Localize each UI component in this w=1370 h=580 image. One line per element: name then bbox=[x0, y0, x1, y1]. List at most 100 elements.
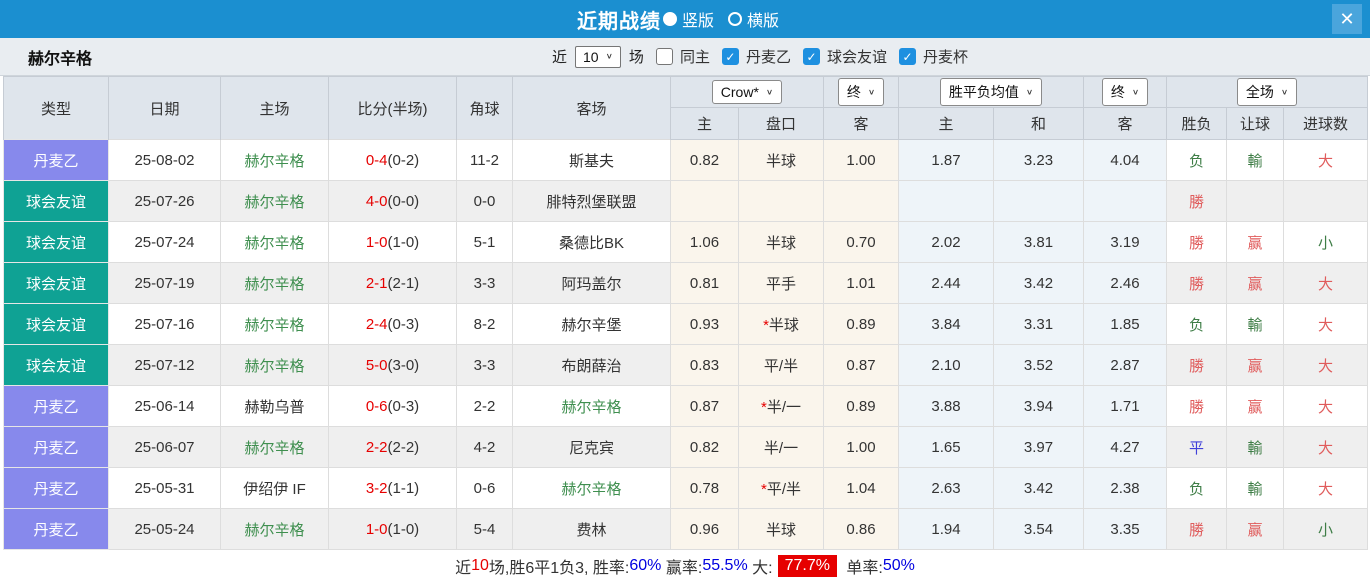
away-team[interactable]: 赫尔辛格 bbox=[513, 386, 671, 427]
avg-time-select[interactable]: 终∨ bbox=[1102, 78, 1148, 106]
ah-home-odds: 0.87 bbox=[671, 386, 739, 427]
fulltime-score: 1-0 bbox=[366, 521, 388, 538]
fulltime-score: 0-4 bbox=[366, 152, 388, 169]
footer-segment: 单率: bbox=[842, 554, 883, 578]
table-row: 丹麦乙25-06-07赫尔辛格2-2(2-2)4-2尼克宾0.82半/一1.00… bbox=[4, 427, 1368, 468]
avg-away-odds: 1.71 bbox=[1084, 386, 1167, 427]
radio-vertical-layout[interactable]: 竖版 bbox=[663, 7, 714, 31]
halftime-score: (0-3) bbox=[388, 398, 420, 415]
away-team[interactable]: 尼克宾 bbox=[513, 427, 671, 468]
avg-away-odds: 4.04 bbox=[1084, 140, 1167, 181]
match-date: 25-07-12 bbox=[109, 345, 221, 386]
home-team[interactable]: 赫勒乌普 bbox=[221, 386, 329, 427]
scope-header: 全场 ∨ bbox=[1167, 77, 1368, 108]
avg-draw-odds: 3.52 bbox=[994, 345, 1084, 386]
match-date: 25-05-24 bbox=[109, 509, 221, 550]
away-team[interactable]: 赫尔辛堡 bbox=[513, 304, 671, 345]
filter-checkbox-friendly[interactable]: ✓ bbox=[803, 48, 820, 65]
home-team[interactable]: 伊绍伊 IF bbox=[221, 468, 329, 509]
avg-away-odds: 3.19 bbox=[1084, 222, 1167, 263]
match-type-badge: 球会友谊 bbox=[4, 304, 109, 345]
avg-draw-odds: 3.81 bbox=[994, 222, 1084, 263]
footer-segment: 50% bbox=[883, 557, 915, 575]
corners-score: 8-2 bbox=[457, 304, 513, 345]
match-date: 25-07-19 bbox=[109, 263, 221, 304]
ah-home-odds: 0.81 bbox=[671, 263, 739, 304]
filter-checkbox-cup[interactable]: ✓ bbox=[899, 48, 916, 65]
avg-draw-odds: 3.54 bbox=[994, 509, 1084, 550]
table-row: 丹麦乙25-06-14赫勒乌普0-6(0-3)2-2赫尔辛格0.87*半/一0.… bbox=[4, 386, 1368, 427]
filter-checkbox-same-home[interactable] bbox=[656, 48, 673, 65]
table-row: 丹麦乙25-08-02赫尔辛格0-4(0-2)11-2斯基夫0.82半球1.00… bbox=[4, 140, 1368, 181]
away-team[interactable]: 费林 bbox=[513, 509, 671, 550]
recent-count-value: 10 bbox=[583, 49, 599, 65]
results-table-wrap: 类型 日期 主场 比分(半场) 角球 客场 Crow*∨ 终∨ 胜平负均值∨ 终… bbox=[0, 76, 1370, 550]
avg-home-odds: 1.65 bbox=[899, 427, 994, 468]
ah-line: *半球 bbox=[739, 304, 824, 345]
corners-score: 2-2 bbox=[457, 386, 513, 427]
home-team[interactable]: 赫尔辛格 bbox=[221, 427, 329, 468]
ah-line bbox=[739, 181, 824, 222]
ah-line: 半/一 bbox=[739, 427, 824, 468]
odds-time-header: 终∨ bbox=[824, 77, 899, 108]
handicap-indicator: 赢 bbox=[1227, 222, 1284, 263]
home-team[interactable]: 赫尔辛格 bbox=[221, 304, 329, 345]
home-team[interactable]: 赫尔辛格 bbox=[221, 263, 329, 304]
chevron-down-icon: ∨ bbox=[1026, 88, 1033, 97]
avg-type-header: 胜平负均值∨ bbox=[899, 77, 1084, 108]
goals-indicator: 大 bbox=[1284, 140, 1368, 181]
results-table: 类型 日期 主场 比分(半场) 角球 客场 Crow*∨ 终∨ 胜平负均值∨ 终… bbox=[3, 76, 1368, 550]
home-team[interactable]: 赫尔辛格 bbox=[221, 181, 329, 222]
goals-indicator: 小 bbox=[1284, 222, 1368, 263]
avg-home-odds: 3.84 bbox=[899, 304, 994, 345]
avg-home-odds bbox=[899, 181, 994, 222]
match-score: 0-6(0-3) bbox=[329, 386, 457, 427]
odds-company-value: Crow* bbox=[721, 84, 759, 100]
corners-score: 3-3 bbox=[457, 345, 513, 386]
scope-value: 全场 bbox=[1246, 82, 1274, 102]
odds-company-select[interactable]: Crow*∨ bbox=[712, 80, 782, 104]
away-team[interactable]: 阿玛盖尔 bbox=[513, 263, 671, 304]
away-team[interactable]: 腓特烈堡联盟 bbox=[513, 181, 671, 222]
home-team[interactable]: 赫尔辛格 bbox=[221, 140, 329, 181]
avg-draw-odds: 3.42 bbox=[994, 263, 1084, 304]
home-team[interactable]: 赫尔辛格 bbox=[221, 509, 329, 550]
avg-home-odds: 2.02 bbox=[899, 222, 994, 263]
filter-checkbox-league[interactable]: ✓ bbox=[722, 48, 739, 65]
filter-bar: 赫尔辛格 近 10 ∨ 场 同主 ✓ 丹麦乙 ✓ 球会友谊 ✓ 丹麦杯 bbox=[0, 38, 1370, 76]
layout-radio-group: 竖版 横版 bbox=[663, 7, 793, 31]
avg-draw-odds bbox=[994, 181, 1084, 222]
avg-draw-odds: 3.97 bbox=[994, 427, 1084, 468]
radio-horizontal-layout[interactable]: 横版 bbox=[728, 7, 779, 31]
result-indicator: 勝 bbox=[1167, 263, 1227, 304]
away-team[interactable]: 桑德比BK bbox=[513, 222, 671, 263]
avg-type-select[interactable]: 胜平负均值∨ bbox=[940, 78, 1042, 106]
home-team[interactable]: 赫尔辛格 bbox=[221, 345, 329, 386]
footer-segment: 55.5% bbox=[702, 557, 747, 575]
home-team[interactable]: 赫尔辛格 bbox=[221, 222, 329, 263]
ah-line: *半/一 bbox=[739, 386, 824, 427]
fulltime-score: 2-1 bbox=[366, 275, 388, 292]
handicap-indicator: 赢 bbox=[1227, 509, 1284, 550]
match-date: 25-07-26 bbox=[109, 181, 221, 222]
chevron-down-icon: ∨ bbox=[1281, 88, 1288, 97]
avg-home-odds: 2.44 bbox=[899, 263, 994, 304]
fulltime-score: 1-0 bbox=[366, 234, 388, 251]
ah-home-odds: 0.82 bbox=[671, 140, 739, 181]
away-team[interactable]: 赫尔辛格 bbox=[513, 468, 671, 509]
close-icon[interactable]: ✕ bbox=[1332, 4, 1362, 34]
match-score: 5-0(3-0) bbox=[329, 345, 457, 386]
scope-select[interactable]: 全场 ∨ bbox=[1237, 78, 1297, 106]
corners-score: 11-2 bbox=[457, 140, 513, 181]
sub-header-avg-away: 客 bbox=[1084, 108, 1167, 140]
sub-header-goals: 进球数 bbox=[1284, 108, 1368, 140]
avg-time-header: 终∨ bbox=[1084, 77, 1167, 108]
halftime-score: (0-2) bbox=[388, 152, 420, 169]
recent-count-select[interactable]: 10 ∨ bbox=[575, 46, 621, 68]
away-team[interactable]: 斯基夫 bbox=[513, 140, 671, 181]
sub-header-avg-home: 主 bbox=[899, 108, 994, 140]
match-score: 4-0(0-0) bbox=[329, 181, 457, 222]
odds-time-select[interactable]: 终∨ bbox=[838, 78, 884, 106]
table-row: 丹麦乙25-05-31伊绍伊 IF3-2(1-1)0-6赫尔辛格0.78*平/半… bbox=[4, 468, 1368, 509]
away-team[interactable]: 布朗薛治 bbox=[513, 345, 671, 386]
